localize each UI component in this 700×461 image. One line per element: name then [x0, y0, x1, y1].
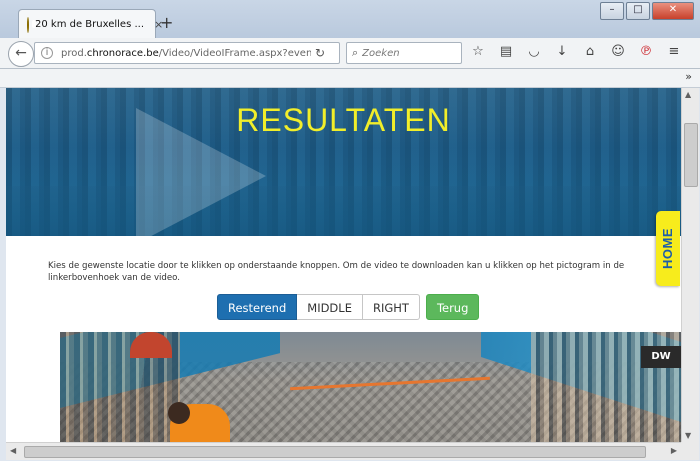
bookmarks-toolbar: »	[0, 69, 700, 88]
window-controls: – □ ✕	[600, 2, 694, 20]
menu-icon[interactable]: ≡	[666, 43, 682, 61]
home-icon[interactable]: ⌂	[582, 43, 598, 61]
home-side-tab[interactable]: HOME	[656, 211, 680, 286]
page-title: RESULTATEN	[236, 102, 451, 138]
page-viewport: RESULTATEN Kies de gewenste locatie door…	[6, 88, 681, 442]
video-sign: DW	[641, 346, 681, 368]
overflow-chevron-icon[interactable]: »	[685, 70, 692, 83]
scroll-down-icon[interactable]: ▼	[685, 431, 691, 440]
video-person-head	[168, 402, 190, 424]
search-icon: ⌕	[352, 46, 359, 59]
toolbar-icons: ☆ ▤ ◡ ↓ ⌂ ☺ ℗ ≡	[470, 43, 682, 61]
star-icon[interactable]: ☆	[470, 43, 486, 61]
favicon-icon	[27, 16, 36, 33]
intro-text: Kies de gewenste locatie door te klikken…	[48, 261, 625, 283]
location-button-group: Resterend MIDDLE RIGHT Terug	[217, 294, 480, 320]
scroll-up-icon[interactable]: ▲	[685, 90, 691, 99]
emoji-icon[interactable]: ☺	[610, 43, 626, 61]
info-icon[interactable]: i	[41, 47, 53, 59]
home-tab-label: HOME	[660, 228, 675, 269]
search-placeholder[interactable]: Zoeken	[362, 48, 399, 59]
new-tab-button[interactable]: +	[160, 13, 173, 32]
close-window-button[interactable]: ✕	[652, 2, 694, 20]
middle-button[interactable]: MIDDLE	[297, 294, 363, 320]
download-icon[interactable]: ↓	[554, 43, 570, 61]
back-button[interactable]: ←	[8, 41, 34, 67]
scroll-right-icon[interactable]: ▶	[671, 446, 677, 455]
vertical-scrollbar[interactable]: ▲ ▼	[681, 88, 699, 442]
right-button[interactable]: RIGHT	[362, 294, 420, 320]
navigation-bar: ← i prod.chronorace.be/Video/VideoIFrame…	[0, 38, 700, 69]
title-bar: 20 km de Bruxelles ... × + – □ ✕	[0, 0, 700, 39]
minimize-button[interactable]: –	[600, 2, 624, 20]
hero-banner: RESULTATEN	[6, 88, 681, 236]
url-text[interactable]: prod.chronorace.be/Video/VideoIFrame.asp…	[61, 48, 311, 59]
address-bar[interactable]: i prod.chronorace.be/Video/VideoIFrame.a…	[34, 42, 340, 64]
race-video[interactable]: DW	[60, 332, 681, 442]
vertical-scroll-thumb[interactable]	[684, 123, 698, 187]
hero-ground	[6, 186, 681, 236]
horizontal-scrollbar[interactable]: ◀ ▶	[6, 442, 681, 460]
pinterest-icon[interactable]: ℗	[638, 43, 654, 61]
browser-window: 20 km de Bruxelles ... × + – □ ✕ ← i pro…	[0, 0, 700, 461]
scroll-left-icon[interactable]: ◀	[10, 446, 16, 455]
browser-tab[interactable]: 20 km de Bruxelles ... ×	[18, 9, 163, 39]
tab-title: 20 km de Bruxelles ...	[35, 19, 144, 30]
back-page-button[interactable]: Terug	[425, 294, 480, 320]
search-bar[interactable]: ⌕ Zoeken	[346, 42, 462, 64]
pocket-icon[interactable]: ◡	[526, 43, 542, 61]
maximize-button[interactable]: □	[626, 2, 650, 20]
reload-icon[interactable]: ↻	[315, 46, 325, 60]
reading-list-icon[interactable]: ▤	[498, 43, 514, 61]
scrollbar-corner	[681, 442, 699, 460]
resterend-button[interactable]: Resterend	[217, 294, 298, 320]
horizontal-scroll-thumb[interactable]	[24, 446, 646, 458]
